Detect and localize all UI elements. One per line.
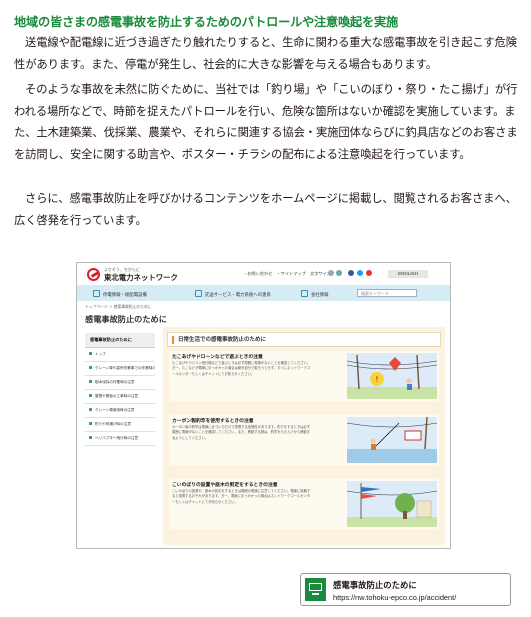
site-header: よりそう、ちからに 東北電力ネットワーク ・お問い合わせ ・サイトマップ 文字サ… [77,263,450,285]
side-menu-item: ヘリコプター飛行時の注意 [85,432,155,446]
website-screenshot: よりそう、ちからに 東北電力ネットワーク ・お問い合わせ ・サイトマップ 文字サ… [76,262,451,549]
svg-text:!: ! [375,375,378,384]
computer-monitor-icon [305,578,326,601]
nav-label: 停電情報・総配電設備 [103,292,147,297]
side-menu-item: クレーン車使用時の注意 [85,404,155,418]
section-heading: 地域の皆さまの感電事故を防止するためのパトロールや注意喚起を実施 [14,15,398,29]
content-section: たこあげやドローンなどで遊ぶときの注意 たこあげやラジコン飛行機などで遊ぶときは… [169,351,439,401]
section-title: カーボン製釣竿を使用するときの注意 [172,419,254,424]
kite-illustration: ! [347,353,437,399]
section-text: カーボン製の釣竿は電線に近づいただけで感電する危険性があります。釣りをするときは… [172,425,311,440]
english-button: ENGLISH [388,270,428,278]
link-card[interactable]: 感電事故防止のために https://nw.tohoku-epco.co.jp/… [300,573,511,606]
section-text: たこあげやラジコン飛行機などで遊ぶときは必ず周囲に電線がないことを確認してくださ… [172,361,311,376]
paragraph: さらに、感電事故防止を呼びかけるコンテンツをホームページに掲載し、閲覧されるお客… [14,192,517,227]
font-size-large-icon [336,270,342,276]
main-content: 日常生活での感電事故防止のために たこあげやドローンなどで遊ぶときの注意 たこあ… [163,327,445,545]
facebook-icon [348,270,354,276]
link-card-title: 感電事故防止のために [333,580,417,590]
section-title: たこあげやドローンなどで遊ぶときの注意 [172,355,263,360]
section-text: こいのぼりの設置や、庭木の剪定をするときは周囲の電線に注意してください。電線に接… [172,489,311,504]
font-size-small-icon [328,270,334,276]
bolt-icon [93,290,100,297]
side-menu-item: 樹木伐採の作業時の注意 [85,376,155,390]
nav-item: 会社情報 [301,290,329,298]
content-section: カーボン製釣竿を使用するときの注意 カーボン製の釣竿は電線に近づいただけで感電す… [169,415,439,465]
side-menu-item: トップ [85,348,155,362]
breadcrumb: トップページ ＞ 感電事故防止のために [85,305,152,309]
site-nav: 停電情報・総配電設備 託送サービス・電力系統への連系 会社情報 検索キーワード [77,285,450,301]
side-menu-head: 感電事故防止のために [85,333,155,348]
link-card-url[interactable]: https://nw.tohoku-epco.co.jp/accident/ [333,593,456,602]
nav-label: 託送サービス・電力系統への連系 [205,292,271,297]
nav-label: 会社情報 [311,292,329,297]
side-menu-item: 屋根や看板の工事時の注意 [85,390,155,404]
building-icon [301,290,308,297]
site-search-box: 検索キーワード [357,289,417,297]
utility-links: ・お問い合わせ ・サイトマップ 文字サイズ [243,271,331,276]
paragraph: 送電線や配電線に近づき過ぎたり触れたりすると、生命に関わる重大な感電事故を引き起… [14,36,517,71]
fishing-illustration [347,417,437,463]
side-menu-item: 釣りや凧揚げ時の注意 [85,418,155,432]
side-menu-item: クレーン車や高所作業車での作業時の注意 [85,362,155,376]
paragraph: そのような事故を未然に防ぐために、当社では「釣り場」や「こいのぼり・祭り・たこ揚… [14,83,518,161]
twitter-icon [357,270,363,276]
company-logo-icon [87,268,100,281]
tower-icon [195,290,202,297]
content-section: こいのぼりの設置や庭木の剪定をするときの注意 こいのぼりの設置や、庭木の剪定をす… [169,479,439,529]
nav-item: 託送サービス・電力系統への連系 [195,290,271,298]
youtube-icon [366,270,372,276]
brand-name: 東北電力ネットワーク [104,273,178,282]
nav-item: 停電情報・総配電設備 [93,290,147,298]
page-title: 感電事故防止のために [85,315,167,324]
section-title: こいのぼりの設置や庭木の剪定をするときの注意 [172,483,278,488]
side-menu: 感電事故防止のために トップ クレーン車や高所作業車での作業時の注意 樹木伐採の… [85,333,155,446]
main-heading: 日常生活での感電事故防止のために [167,332,441,347]
koinobori-illustration [347,481,437,527]
